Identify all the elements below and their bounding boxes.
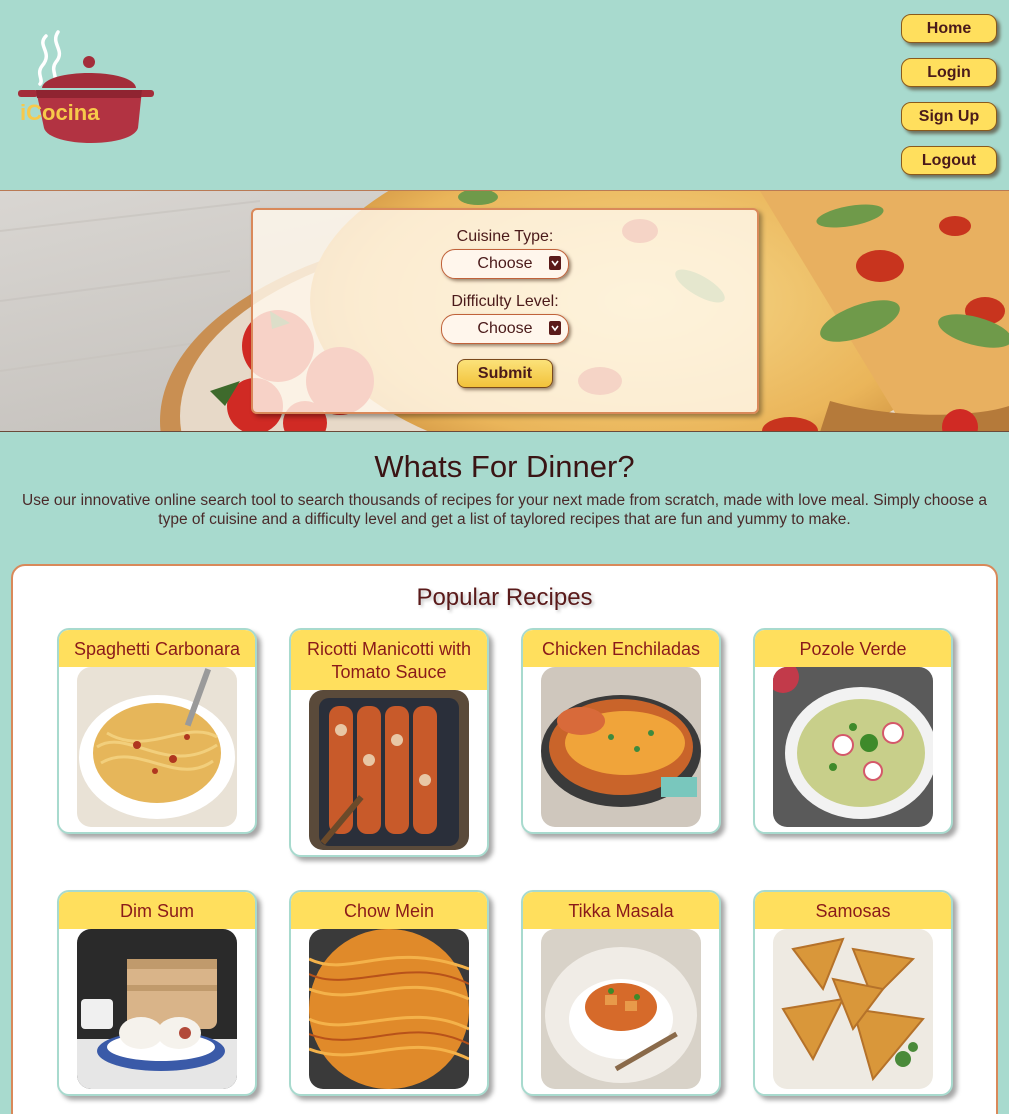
home-button[interactable]: Home <box>901 14 997 43</box>
recipe-card[interactable]: Pozole Verde <box>753 628 953 834</box>
ricotti-manicotti-image <box>309 690 469 850</box>
pozole-verde-image <box>773 667 933 827</box>
recipe-title: Chicken Enchiladas <box>523 630 719 667</box>
chow-mein-image <box>309 929 469 1089</box>
logout-button[interactable]: Logout <box>901 146 997 175</box>
intro-section: Whats For Dinner? Use our innovative onl… <box>0 432 1009 529</box>
recipe-card[interactable]: Dim Sum <box>57 890 257 1096</box>
chevron-down-icon <box>549 256 561 270</box>
popular-recipes-section: Popular Recipes Spaghetti Carbonara Rico… <box>11 564 998 1114</box>
recipe-title: Ricotti Manicotti with Tomato Sauce <box>291 630 487 690</box>
hero-banner: Cuisine Type: Choose Difficulty Level: C… <box>0 191 1009 432</box>
recipe-title: Spaghetti Carbonara <box>59 630 255 667</box>
recipe-search-form: Cuisine Type: Choose Difficulty Level: C… <box>251 208 759 414</box>
cuisine-type-value: Choose <box>477 255 533 272</box>
difficulty-level-value: Choose <box>477 320 533 337</box>
intro-text: Use our innovative online search tool to… <box>22 492 987 528</box>
recipe-card[interactable]: Samosas <box>753 890 953 1096</box>
page-title: Whats For Dinner? <box>374 449 635 484</box>
main-nav: Home Login Sign Up Logout <box>901 14 997 175</box>
samosas-image <box>773 929 933 1089</box>
recipe-card[interactable]: Chow Mein <box>289 890 489 1096</box>
cuisine-type-select[interactable]: Choose <box>441 249 569 279</box>
recipe-card[interactable]: Spaghetti Carbonara <box>57 628 257 834</box>
difficulty-level-label: Difficulty Level: <box>451 293 559 310</box>
submit-button[interactable]: Submit <box>457 359 553 388</box>
spaghetti-carbonara-image <box>77 667 237 827</box>
svg-text:iCocina: iCocina <box>20 100 100 125</box>
icocina-logo[interactable]: iCocina <box>14 28 158 154</box>
recipe-title: Samosas <box>755 892 951 929</box>
difficulty-level-select[interactable]: Choose <box>441 314 569 344</box>
popular-recipes-title: Popular Recipes <box>416 584 593 611</box>
recipe-title: Dim Sum <box>59 892 255 929</box>
tikka-masala-image <box>541 929 701 1089</box>
recipe-title: Pozole Verde <box>755 630 951 667</box>
chevron-down-icon <box>549 321 561 335</box>
recipe-card[interactable]: Tikka Masala <box>521 890 721 1096</box>
signup-button[interactable]: Sign Up <box>901 102 997 131</box>
chicken-enchiladas-image <box>541 667 701 827</box>
dim-sum-image <box>77 929 237 1089</box>
recipe-card[interactable]: Chicken Enchiladas <box>521 628 721 834</box>
login-button[interactable]: Login <box>901 58 997 87</box>
recipe-title: Tikka Masala <box>523 892 719 929</box>
recipe-card[interactable]: Ricotti Manicotti with Tomato Sauce <box>289 628 489 857</box>
recipe-title: Chow Mein <box>291 892 487 929</box>
cuisine-type-label: Cuisine Type: <box>456 228 554 245</box>
site-header: iCocina Home Login Sign Up Logout <box>0 0 1009 191</box>
